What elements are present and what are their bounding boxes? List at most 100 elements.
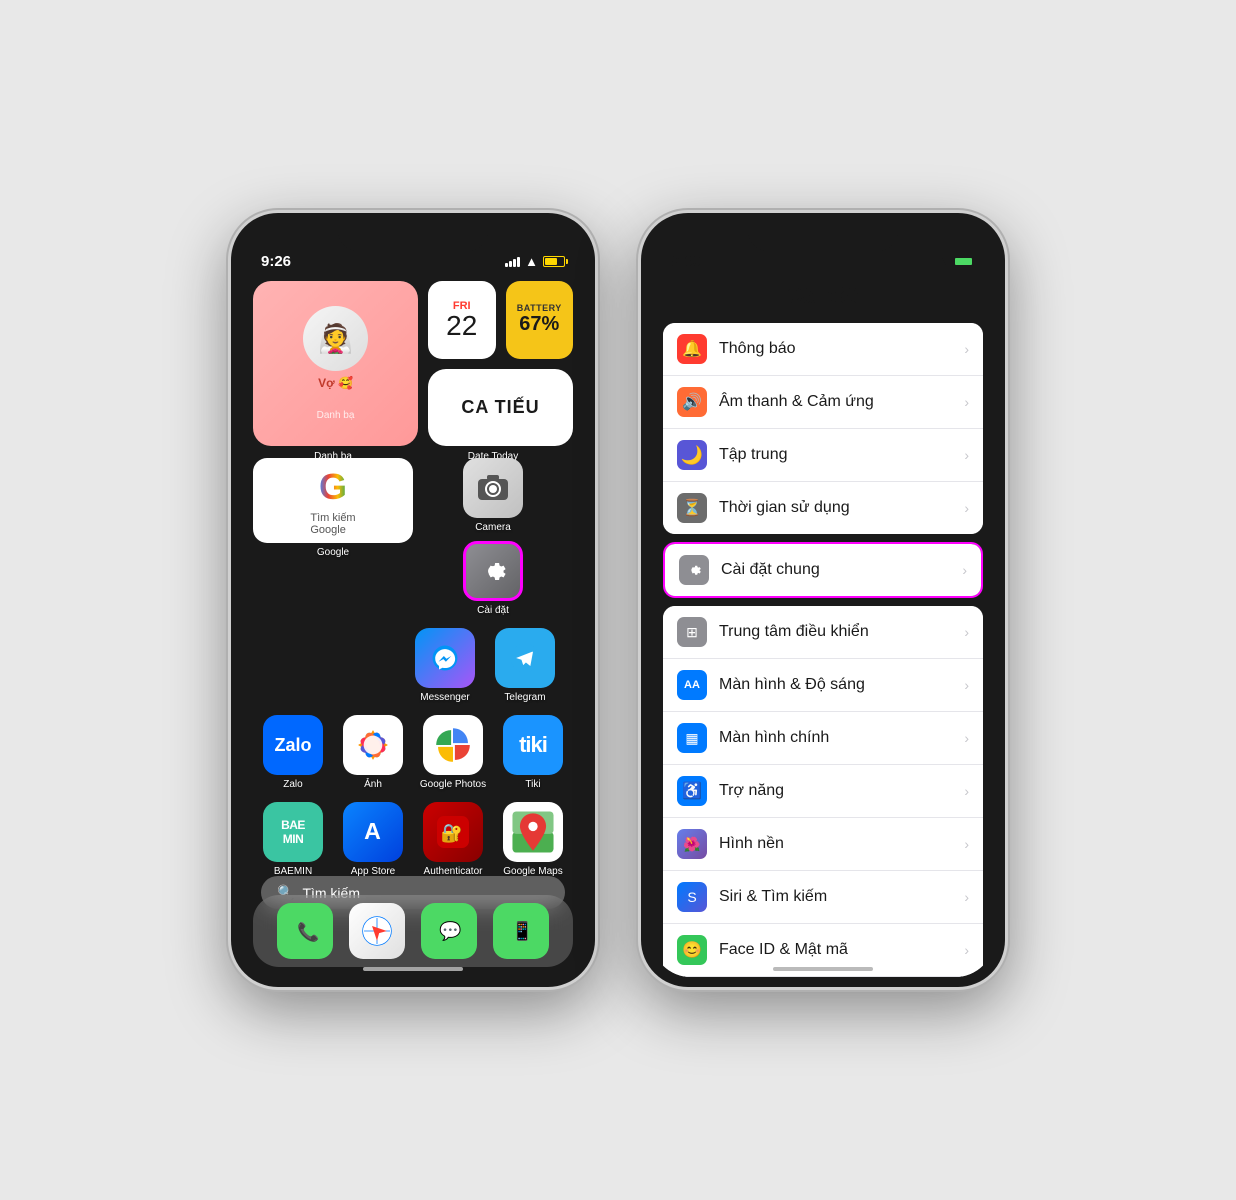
google-widget[interactable]: G Tìm kiếmGoogle (253, 458, 413, 543)
svg-text:📞: 📞 (297, 920, 320, 942)
settings-item-thongbao[interactable]: 🔔 Thông báo › (663, 323, 983, 376)
settings-item-amthanh[interactable]: 🔊 Âm thanh & Cảm ứng › (663, 376, 983, 429)
google-app-icon[interactable]: G Tìm kiếmGoogle Google (297, 458, 369, 616)
gphotos-icon-img (423, 715, 483, 775)
settings-item-caidatchung[interactable]: Cài đặt chung › (665, 544, 981, 596)
status-icons-2: ▲ (917, 254, 975, 269)
google-subtitle: Tìm kiếmGoogle (310, 512, 355, 536)
contact-name: Vợ 🥰 (318, 376, 353, 390)
auth-icon-img: 🔐 (423, 802, 483, 862)
home-indicator-1 (363, 967, 463, 971)
wifi-icon-2: ▲ (936, 254, 949, 269)
trungtam-chevron: › (964, 624, 969, 640)
dock-messages-icon[interactable]: 💬 (421, 903, 477, 959)
tronang-chevron: › (964, 783, 969, 799)
hinhnen-label: Hình nền (719, 835, 952, 853)
tiki-app-icon[interactable]: tiki Tiki (497, 715, 569, 790)
date-widget[interactable]: FRI 22 (428, 281, 496, 359)
faceid-icon: 😊 (677, 935, 707, 965)
maps-app-icon[interactable]: Google Maps (497, 802, 569, 877)
svg-text:A: A (364, 818, 381, 844)
screentime-icon: ⏳ (677, 493, 707, 523)
messenger-icon-img (415, 628, 475, 688)
siri-label: Siri & Tìm kiếm (719, 888, 952, 906)
settings-item-trungtam[interactable]: ⊞ Trung tâm điều khiển › (663, 606, 983, 659)
notch-2 (748, 223, 898, 251)
zalo-app-icon[interactable]: Zalo Zalo (257, 715, 329, 790)
trungtam-label: Trung tâm điều khiển (719, 623, 952, 641)
settings-icon-img (463, 541, 523, 601)
amthanh-chevron: › (964, 394, 969, 410)
highlighted-section: Cài đặt chung › (663, 542, 983, 598)
manhinh2-label: Màn hình chính (719, 729, 952, 747)
thongbao-label: Thông báo (719, 340, 952, 358)
settings-section-1: 🔔 Thông báo › 🔊 Âm thanh & Cảm ứng › 🌙 T… (663, 323, 983, 534)
display-icon: AA (677, 670, 707, 700)
settings-list: 🔔 Thông báo › 🔊 Âm thanh & Cảm ứng › 🌙 T… (651, 323, 995, 977)
settings-item-hinhnen[interactable]: 🌺 Hình nền › (663, 818, 983, 871)
accessibility-icon: ♿ (677, 776, 707, 806)
settings-app-icon[interactable]: Cài đặt (457, 541, 529, 616)
app-grid: G Tìm kiếmGoogle Google Camera (253, 458, 573, 889)
taptrung-chevron: › (964, 447, 969, 463)
tiki-label: Tiki (525, 779, 540, 790)
taptrung-label: Tập trung (719, 446, 952, 464)
camera-app-icon[interactable]: Camera (457, 458, 529, 533)
messenger-app-icon[interactable]: Messenger (409, 628, 481, 703)
signal-icon-1 (505, 257, 520, 267)
photos-icon-img (343, 715, 403, 775)
thoigian-label: Thời gian sử dụng (719, 499, 952, 517)
wallpaper-icon: 🌺 (677, 829, 707, 859)
status-right-1: ▲ (505, 254, 565, 269)
tronang-label: Trợ năng (719, 782, 952, 800)
siri-chevron: › (964, 889, 969, 905)
status-bar-2: 9:30 ▲ (671, 253, 975, 270)
dock-phone-icon[interactable]: 📞 (277, 903, 333, 959)
contacts-label: Danh bạ (317, 410, 355, 421)
settings-item-siri[interactable]: S Siri & Tìm kiếm › (663, 871, 983, 924)
google-logo: G (319, 466, 347, 508)
settings-item-thoigian[interactable]: ⏳ Thời gian sử dụng › (663, 482, 983, 534)
time-display-2: 9:30 (671, 253, 701, 270)
notif-icon: 🔔 (677, 334, 707, 364)
status-bar-1: 9:26 ▲ (261, 253, 565, 270)
scroll-indicator (773, 967, 873, 971)
telegram-label: Telegram (504, 692, 545, 703)
app-row-4: BAEMIN BAEMIN A App Store 🔐 Authenticat (253, 802, 573, 877)
homescreen-icon: ▦ (677, 723, 707, 753)
battery-widget[interactable]: BATTERY 67% (506, 281, 574, 359)
widgets-right: FRI 22 BATTERY 67% CA TIẾU (428, 281, 573, 446)
telegram-icon-img (495, 628, 555, 688)
app-row-3: Zalo Zalo Ảnh Google Photos (253, 715, 573, 790)
phone-2: 9:30 ▲ Cài đặt (638, 210, 1008, 990)
contacts-widget[interactable]: 👰 Vợ 🥰 Danh bạ (253, 281, 418, 446)
auth-app-icon[interactable]: 🔐 Authenticator (417, 802, 489, 877)
zalo-icon-img: Zalo (263, 715, 323, 775)
dock-facetime-icon[interactable]: 📱 (493, 903, 549, 959)
svg-text:📱: 📱 (511, 920, 533, 941)
settings-item-manhinh2[interactable]: ▦ Màn hình chính › (663, 712, 983, 765)
photos-label: Ảnh (364, 779, 382, 790)
catieo-text: CA TIẾU (461, 397, 539, 418)
day-number: 22 (446, 312, 477, 340)
svg-text:💬: 💬 (439, 920, 461, 941)
gphotos-label: Google Photos (420, 779, 486, 790)
settings-item-tronang[interactable]: ♿ Trợ năng › (663, 765, 983, 818)
catieo-widget[interactable]: CA TIẾU (428, 369, 573, 447)
phone-1: 9:26 ▲ 👰 (228, 210, 598, 990)
battery-icon-1 (543, 256, 565, 267)
photos-app-icon[interactable]: Ảnh (337, 715, 409, 790)
manhinh-label: Màn hình & Độ sáng (719, 676, 952, 694)
appstore-app-icon[interactable]: A App Store (337, 802, 409, 877)
sound-icon: 🔊 (677, 387, 707, 417)
settings-item-taptrung[interactable]: 🌙 Tập trung › (663, 429, 983, 482)
caidatchung-chevron: › (962, 562, 967, 578)
telegram-app-icon[interactable]: Telegram (489, 628, 561, 703)
battery-icon-2 (953, 256, 975, 267)
dock-safari-icon[interactable] (349, 903, 405, 959)
settings-item-manhinh[interactable]: AA Màn hình & Độ sáng › (663, 659, 983, 712)
widgets-row: 👰 Vợ 🥰 Danh bạ FRI 22 BATTERY 67% (253, 281, 573, 446)
gphotos-app-icon[interactable]: Google Photos (417, 715, 489, 790)
baemin-app-icon[interactable]: BAEMIN BAEMIN (257, 802, 329, 877)
svg-text:🔐: 🔐 (441, 823, 463, 843)
